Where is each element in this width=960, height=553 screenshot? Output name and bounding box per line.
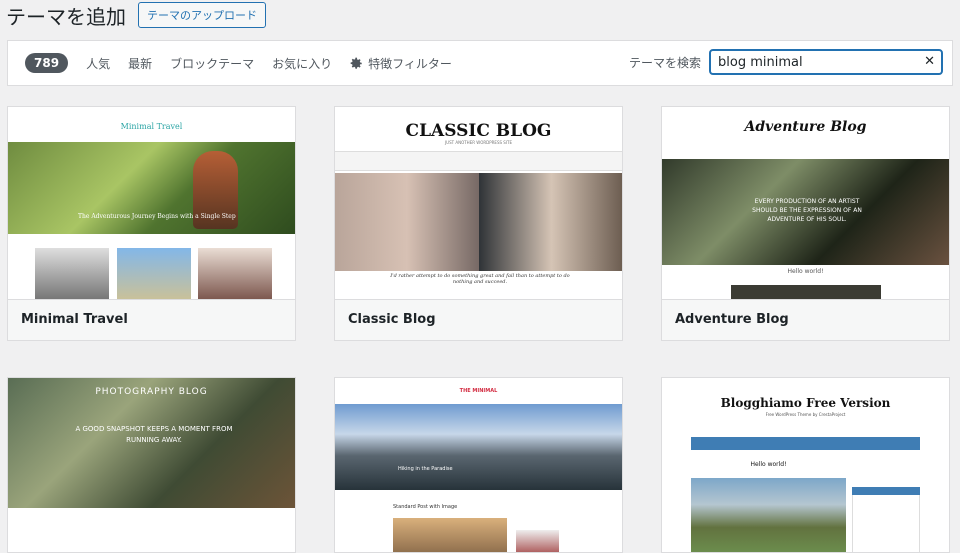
post-thumbnail <box>393 518 507 552</box>
theme-screenshot: THE MINIMAL Hiking in the Paradise Stand… <box>335 378 622 552</box>
preview-site-title: Minimal Travel <box>120 122 183 131</box>
preview-quote: A GOOD SNAPSHOT KEEPS A MOMENT FROM RUNN… <box>75 425 233 444</box>
preview-post-title: Standard Post with Image <box>393 504 458 510</box>
theme-card-adventure-blog[interactable]: Adventure Blog EVERY PRODUCTION OF AN AR… <box>661 106 950 341</box>
post-thumbnail <box>691 478 846 552</box>
theme-screenshot: Minimal Travel The Adventurous Journey B… <box>8 107 295 299</box>
theme-card-classic-blog[interactable]: CLASSIC BLOG JUST ANOTHER WORDPRESS SITE… <box>334 106 623 341</box>
theme-name: Adventure Blog <box>662 299 949 340</box>
theme-card-blogghiamo[interactable]: Blogghiamo Free Version Free WordPress T… <box>661 377 950 553</box>
preview-quote: EVERY PRODUCTION OF AN ARTIST SHOULD BE … <box>752 198 862 223</box>
theme-card-minimal-travel[interactable]: Minimal Travel The Adventurous Journey B… <box>7 106 296 341</box>
search-box: ✕ <box>709 49 943 75</box>
theme-screenshot: CLASSIC BLOG JUST ANOTHER WORDPRESS SITE… <box>335 107 622 299</box>
preview-site-title: THE MINIMAL <box>459 388 498 394</box>
featured-posts-strip <box>335 151 622 171</box>
preview-post-title: Hello world! <box>787 268 824 275</box>
theme-search: テーマを検索 ✕ <box>629 49 943 75</box>
clear-search-icon[interactable]: ✕ <box>924 54 935 69</box>
preview-site-title: CLASSIC BLOG <box>405 121 552 141</box>
portrait-photo-left <box>335 173 479 271</box>
search-label: テーマを検索 <box>628 55 701 70</box>
filter-block-themes[interactable]: ブロックテーマ <box>170 55 254 72</box>
preview-subtitle: JUST ANOTHER WORDPRESS SITE <box>445 140 512 145</box>
sidebar-thumbnail <box>516 530 559 552</box>
preview-calendar <box>852 487 920 552</box>
hero-photo <box>8 142 295 234</box>
post-thumbnail <box>731 285 881 299</box>
theme-name: Minimal Travel <box>8 299 295 340</box>
theme-name: Classic Blog <box>335 299 622 340</box>
feature-filter-button[interactable]: 特徴フィルター <box>350 55 452 72</box>
preview-post-title: Hello world! <box>750 461 787 468</box>
preview-site-title: PHOTOGRAPHY BLOG <box>95 387 208 397</box>
preview-caption: Hiking in the Paradise <box>398 466 453 472</box>
filter-favorites[interactable]: お気に入り <box>272 55 332 72</box>
preview-nav <box>8 107 295 117</box>
theme-filter-bar: 789 人気 最新 ブロックテーマ お気に入り 特徴フィルター テーマを検索 ✕ <box>7 40 953 86</box>
portrait-photo-right <box>479 173 622 271</box>
preview-thumb-one <box>35 248 109 299</box>
calendar-header <box>852 487 920 495</box>
preview-subtitle: Free WordPress Theme by CrestaProject <box>765 412 846 417</box>
theme-screenshot: PHOTOGRAPHY BLOG A GOOD SNAPSHOT KEEPS A… <box>8 378 295 552</box>
feature-filter-label: 特徴フィルター <box>368 56 452 71</box>
preview-site-title: Adventure Blog <box>744 119 867 135</box>
filter-latest[interactable]: 最新 <box>128 55 152 72</box>
preview-thumb-two <box>117 248 191 299</box>
theme-screenshot: Blogghiamo Free Version Free WordPress T… <box>662 378 949 552</box>
gear-icon <box>350 57 362 69</box>
preview-thumb-three <box>198 248 272 299</box>
preview-site-title: Blogghiamo Free Version <box>720 396 891 410</box>
hero-photo <box>335 404 622 490</box>
theme-card-photography-blog[interactable]: PHOTOGRAPHY BLOG A GOOD SNAPSHOT KEEPS A… <box>7 377 296 553</box>
preview-tagline: The Adventurous Journey Begins with a Si… <box>78 213 236 220</box>
preview-menu-bar <box>691 437 920 450</box>
theme-screenshot: Adventure Blog EVERY PRODUCTION OF AN AR… <box>662 107 949 299</box>
page-title: テーマを追加 <box>6 4 126 29</box>
theme-count-badge: 789 <box>25 53 69 73</box>
upload-theme-button[interactable]: テーマのアップロード <box>138 2 266 28</box>
page-header: テーマを追加 テーマのアップロード <box>6 0 266 30</box>
theme-search-input[interactable] <box>711 51 941 74</box>
theme-card-the-minimal[interactable]: THE MINIMAL Hiking in the Paradise Stand… <box>334 377 623 553</box>
preview-quote: I'd rather attempt to do something great… <box>390 273 570 285</box>
filter-popular[interactable]: 人気 <box>86 55 110 72</box>
